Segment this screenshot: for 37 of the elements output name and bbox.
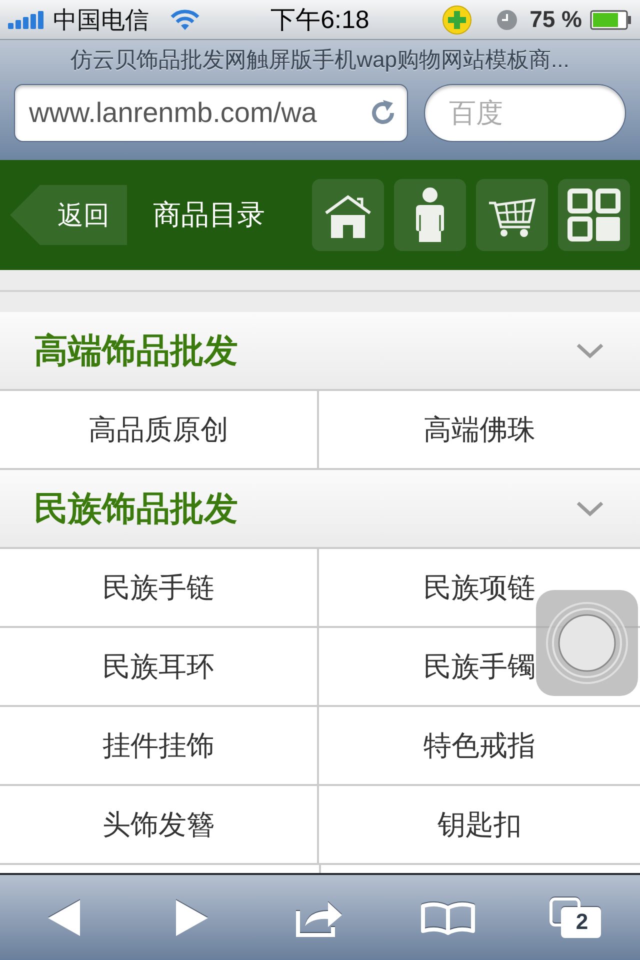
chevron-down-icon xyxy=(576,500,604,516)
cart-button[interactable] xyxy=(476,179,548,251)
floating-touch-button[interactable] xyxy=(536,590,638,696)
address-field[interactable]: www.lanrenmb.com/wa xyxy=(14,84,408,142)
category-title: 民族饰品批发 xyxy=(34,488,238,530)
clock-icon xyxy=(496,8,518,30)
back-button[interactable]: 返回 xyxy=(10,185,127,245)
subcategory-link[interactable]: 头饰发簪 xyxy=(0,786,319,865)
battery-percent: 75 % xyxy=(530,6,582,33)
home-button[interactable] xyxy=(312,179,384,251)
reload-icon xyxy=(369,99,397,127)
category-title: 高端饰品批发 xyxy=(34,330,238,372)
book-icon xyxy=(419,900,477,934)
subcategory-link[interactable]: 高品质原创 xyxy=(0,391,319,470)
plus-badge-icon xyxy=(442,4,472,34)
grid-menu-button[interactable] xyxy=(558,179,630,251)
category-header[interactable]: 高端饰品批发 xyxy=(0,312,640,391)
search-field[interactable]: 百度 xyxy=(424,84,626,142)
header-title: 商品目录 xyxy=(153,198,265,232)
wifi-icon xyxy=(170,8,200,30)
chevron-down-icon xyxy=(576,342,604,358)
clock-time: 下午6:18 xyxy=(270,5,370,36)
subcategory-link[interactable]: 民族耳环 xyxy=(0,628,319,707)
battery-icon xyxy=(590,10,632,30)
grid-icon xyxy=(567,188,621,242)
subcategory-link[interactable]: 挂件挂饰 xyxy=(0,707,319,786)
forward-arrow-icon xyxy=(176,900,208,936)
page-title: 仿云贝饰品批发网触屏版手机wap购物网站模板商... xyxy=(70,46,570,74)
back-arrow-icon xyxy=(48,900,80,936)
person-button[interactable] xyxy=(394,179,466,251)
category-header[interactable]: 民族饰品批发 xyxy=(0,470,640,549)
concentric-rings-icon xyxy=(545,601,629,685)
carrier-name: 中国电信 xyxy=(53,6,149,36)
subcategory-link[interactable]: 民族手链 xyxy=(0,549,319,628)
signal-icon xyxy=(8,10,44,28)
tabs-icon xyxy=(549,896,603,938)
tabs-button[interactable]: 2 xyxy=(512,875,640,960)
